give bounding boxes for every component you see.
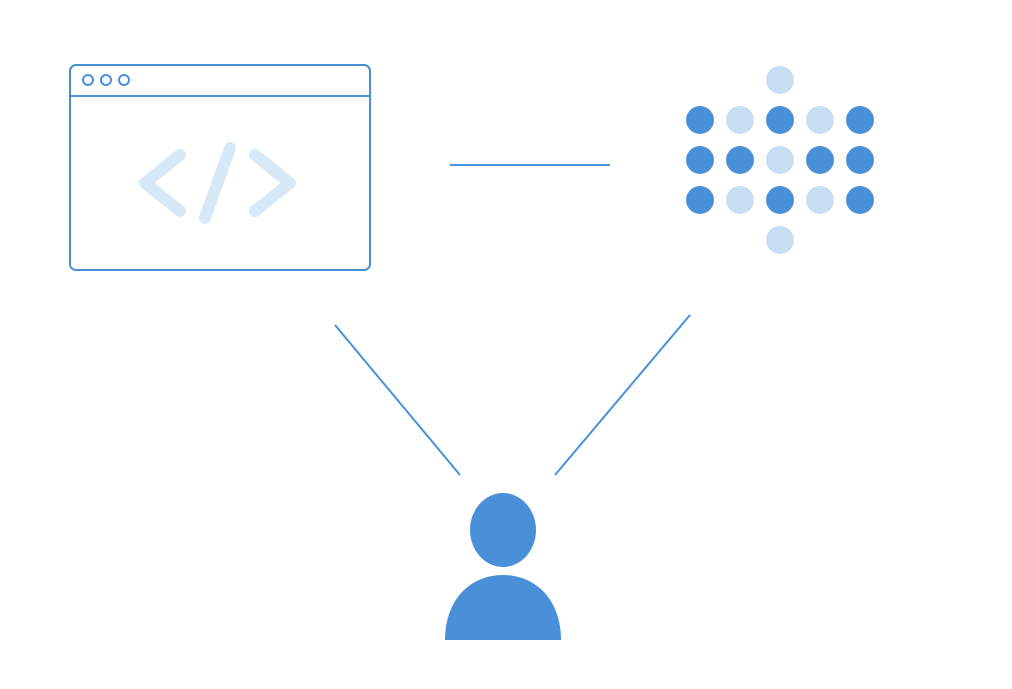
connector-code-to-user (335, 325, 460, 475)
dot-grid-icon (686, 66, 874, 254)
connector-dots-to-user (555, 315, 690, 475)
user-icon (445, 493, 561, 640)
diagram-svg (0, 0, 1012, 684)
code-window-icon (70, 65, 370, 270)
diagram (0, 0, 1012, 684)
